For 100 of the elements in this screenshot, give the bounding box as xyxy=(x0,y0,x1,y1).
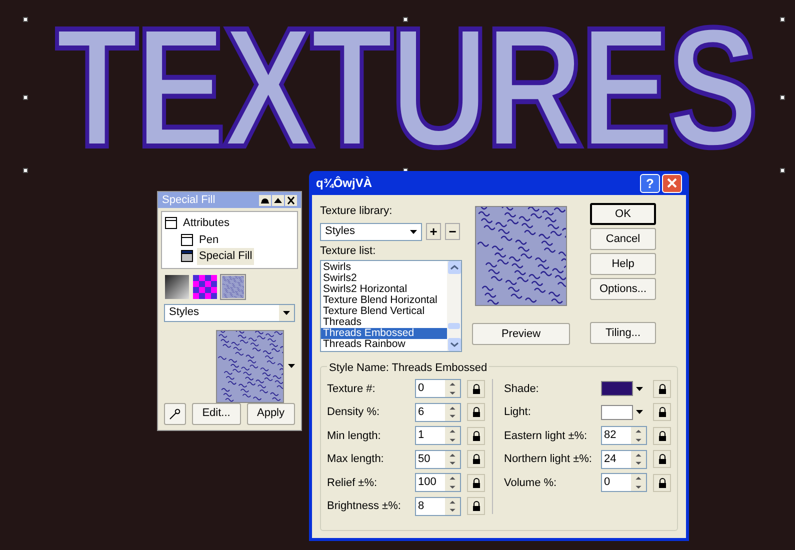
selection-handle[interactable] xyxy=(780,17,785,22)
tree-item[interactable]: Special Fill xyxy=(197,248,254,264)
dialog-button[interactable]: Options... xyxy=(590,278,656,300)
lock-button[interactable] xyxy=(653,380,671,398)
panel-button[interactable]: Edit... xyxy=(192,402,240,424)
dialog-button[interactable]: OK xyxy=(590,203,656,225)
tree-item[interactable]: Attributes xyxy=(181,215,232,232)
spin-field[interactable]: 0 xyxy=(415,379,461,398)
param-label: Northern light ±%: xyxy=(504,452,593,467)
lock-button[interactable] xyxy=(467,497,485,516)
scrollbar[interactable] xyxy=(447,261,461,351)
lock-icon xyxy=(472,501,480,512)
lock-button[interactable] xyxy=(467,474,485,492)
spin-field[interactable]: 100 xyxy=(415,473,461,492)
param-label: Eastern light ±%: xyxy=(504,428,588,444)
lock-button[interactable] xyxy=(467,450,485,468)
caret-icon xyxy=(410,230,417,234)
lock-icon xyxy=(658,430,666,441)
spin-field[interactable]: 24 xyxy=(601,450,647,469)
tree-item[interactable]: Pen xyxy=(197,232,221,248)
lock-button[interactable] xyxy=(467,403,485,422)
caret-icon xyxy=(288,364,295,368)
preview-button[interactable]: Preview xyxy=(472,323,570,345)
artwork-text: TEXTURES xyxy=(55,23,755,153)
lock-icon xyxy=(472,384,480,394)
lock-button[interactable] xyxy=(653,403,671,422)
lock-icon xyxy=(658,454,666,464)
param-label: Volume %: xyxy=(504,476,558,490)
close-icon xyxy=(667,178,677,188)
dialog-button[interactable]: Cancel xyxy=(590,228,656,250)
scroll-down-icon[interactable] xyxy=(448,338,460,351)
lock-icon xyxy=(472,407,480,418)
dialog-title: q¾ÔwjVÀ xyxy=(316,175,374,192)
scroll-thumb[interactable] xyxy=(448,323,460,329)
group-title: Style Name: Threads Embossed xyxy=(327,360,490,376)
lock-button[interactable] xyxy=(467,380,485,398)
lock-button[interactable] xyxy=(653,474,671,492)
param-label: Brightness ±%: xyxy=(327,499,402,514)
selection-handle[interactable] xyxy=(780,168,785,173)
dock-icon[interactable] xyxy=(259,194,271,206)
param-label: Shade: xyxy=(504,382,540,396)
spin-field[interactable]: 82 xyxy=(601,426,647,446)
window-icon xyxy=(165,217,177,230)
lock-button[interactable] xyxy=(653,426,671,445)
param-label: Min length: xyxy=(327,428,382,444)
texture-list-label: Texture list: xyxy=(320,244,377,258)
spin-field[interactable]: 6 xyxy=(415,402,461,422)
lock-button[interactable] xyxy=(467,426,485,445)
texture-list-item[interactable]: Swirls xyxy=(321,262,447,273)
dialog-button[interactable]: Help xyxy=(590,253,656,275)
spin-field[interactable]: 8 xyxy=(415,496,461,516)
add-button[interactable]: + xyxy=(426,223,441,240)
window-icon xyxy=(181,250,193,262)
lock-icon xyxy=(658,407,666,418)
texture-list-item[interactable]: Threads xyxy=(321,317,447,328)
lock-button[interactable] xyxy=(653,450,671,468)
texture-library-dropdown[interactable]: Styles xyxy=(320,222,422,240)
caret-icon xyxy=(283,310,290,314)
param-label: Max length: xyxy=(327,452,385,467)
lock-icon xyxy=(472,454,480,464)
param-label: Texture #: xyxy=(327,382,376,396)
texture-list-item[interactable]: Threads Rainbow xyxy=(321,339,447,350)
close-button[interactable] xyxy=(662,174,682,192)
eyedropper-button[interactable] xyxy=(164,402,186,424)
spin-field[interactable]: 0 xyxy=(601,473,647,492)
help-title-button[interactable]: ? xyxy=(640,174,660,192)
selection-handle[interactable] xyxy=(780,95,785,100)
close-icon[interactable] xyxy=(285,194,297,206)
scroll-up-icon[interactable] xyxy=(448,261,460,274)
lock-icon xyxy=(472,478,480,488)
selection-handle[interactable] xyxy=(403,17,408,22)
eyedropper-icon xyxy=(169,408,181,420)
lock-icon xyxy=(658,478,666,488)
texture-swatch xyxy=(222,276,244,298)
param-label: Density %: xyxy=(327,405,381,420)
lock-icon xyxy=(658,384,666,394)
caret-icon xyxy=(636,410,643,414)
library-dropdown[interactable]: Styles xyxy=(164,304,295,322)
texture-list-item[interactable]: Swirls2 xyxy=(321,273,447,284)
tiling-button[interactable]: Tiling... xyxy=(590,322,656,344)
texture-list-item[interactable]: Threads Embossed xyxy=(321,328,447,339)
texture-list-item[interactable]: Texture Blend Horizontal xyxy=(321,295,447,306)
selection-handle[interactable] xyxy=(23,17,28,22)
collapse-icon[interactable] xyxy=(272,194,284,206)
param-label: Relief ±%: xyxy=(327,476,378,490)
remove-button[interactable]: − xyxy=(445,223,460,240)
caret-icon xyxy=(636,386,643,391)
panel-title: Special Fill xyxy=(162,192,216,208)
texture-list-item[interactable]: Texture Blend Vertical xyxy=(321,306,447,317)
fill-type-button[interactable] xyxy=(192,274,218,300)
spin-field[interactable]: 1 xyxy=(415,426,461,446)
panel-button[interactable]: Apply xyxy=(246,402,295,424)
selection-handle[interactable] xyxy=(23,168,28,173)
selection-handle[interactable] xyxy=(23,95,28,100)
texture-list-item[interactable]: Swirls2 Horizontal xyxy=(321,284,447,295)
spin-field[interactable]: 50 xyxy=(415,450,461,469)
texture-library-label: Texture library: xyxy=(320,204,394,219)
lock-icon xyxy=(472,430,480,441)
fill-type-button[interactable] xyxy=(164,274,190,300)
param-label: Light: xyxy=(504,405,532,420)
